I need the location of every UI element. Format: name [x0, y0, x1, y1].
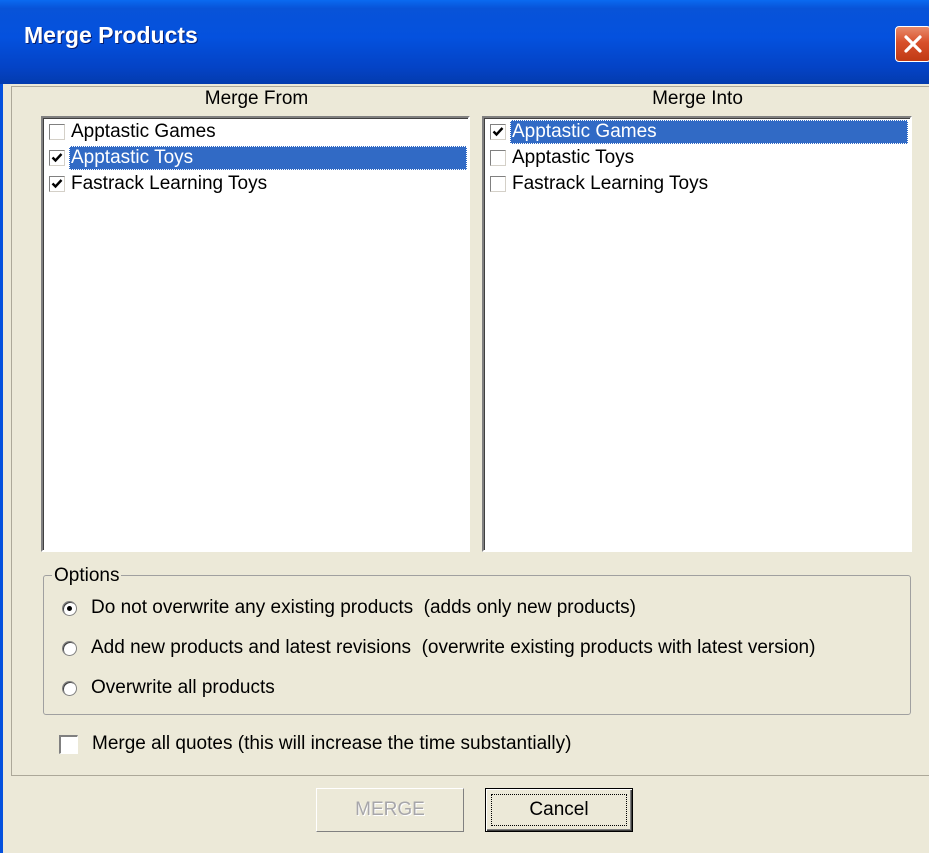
list-item[interactable]: Fastrack Learning Toys — [49, 171, 269, 197]
list-item-label: Apptastic Games — [71, 121, 216, 142]
merge-from-header: Merge From — [204, 88, 309, 109]
radio-label: Add new products and latest revisions (o… — [91, 637, 816, 658]
radio-add-latest[interactable]: Add new products and latest revisions (o… — [62, 634, 815, 662]
radio-label: Do not overwrite any existing products (… — [91, 597, 636, 618]
merge-button-label: MERGE — [355, 799, 425, 820]
radio-no-overwrite[interactable]: Do not overwrite any existing products (… — [62, 594, 636, 622]
window-title: Merge Products — [24, 22, 198, 48]
cancel-button-label: Cancel — [529, 799, 589, 820]
merge-into-list[interactable]: Apptastic Games Apptastic Toys Fastrack … — [482, 116, 912, 552]
radio-button[interactable] — [62, 640, 77, 656]
item-checkbox[interactable] — [490, 176, 506, 192]
list-item-label: Fastrack Learning Toys — [512, 173, 709, 194]
list-item[interactable]: Apptastic Toys — [49, 145, 467, 171]
radio-button[interactable] — [62, 600, 77, 616]
merge-from-list[interactable]: Apptastic Games Apptastic Toys Fastrack … — [41, 116, 470, 552]
list-item[interactable]: Apptastic Games — [490, 119, 908, 145]
merge-button[interactable]: MERGE — [316, 788, 464, 832]
item-checkbox[interactable] — [490, 150, 506, 166]
title-bar[interactable]: Merge Products — [0, 0, 929, 84]
list-item-label: Apptastic Toys — [69, 146, 467, 170]
radio-label: Overwrite all products — [91, 677, 275, 698]
options-legend: Options — [52, 565, 122, 587]
radio-dot — [67, 605, 72, 611]
radio-overwrite-all[interactable]: Overwrite all products — [62, 674, 275, 702]
list-item[interactable]: Apptastic Games — [49, 119, 218, 145]
close-icon — [904, 35, 922, 53]
cancel-button[interactable]: Cancel — [485, 788, 633, 832]
item-checkbox[interactable] — [49, 124, 65, 140]
list-item-label: Apptastic Games — [510, 120, 908, 144]
checkmark-icon — [492, 127, 504, 137]
checkmark-icon — [51, 153, 63, 163]
item-checkbox[interactable] — [49, 150, 65, 166]
radio-button[interactable] — [62, 680, 77, 696]
merge-quotes-checkbox[interactable] — [59, 734, 78, 754]
item-checkbox[interactable] — [490, 124, 506, 140]
close-button[interactable] — [895, 26, 929, 62]
list-item[interactable]: Apptastic Toys — [490, 145, 636, 171]
list-item[interactable]: Fastrack Learning Toys — [490, 171, 710, 197]
item-checkbox[interactable] — [49, 176, 65, 192]
checkmark-icon — [51, 179, 63, 189]
merge-quotes-option[interactable]: Merge all quotes (this will increase the… — [59, 730, 571, 758]
merge-into-header: Merge Into — [652, 88, 743, 109]
list-item-label: Fastrack Learning Toys — [71, 173, 268, 194]
list-item-label: Apptastic Toys — [512, 147, 635, 168]
merge-quotes-label: Merge all quotes (this will increase the… — [92, 733, 572, 754]
